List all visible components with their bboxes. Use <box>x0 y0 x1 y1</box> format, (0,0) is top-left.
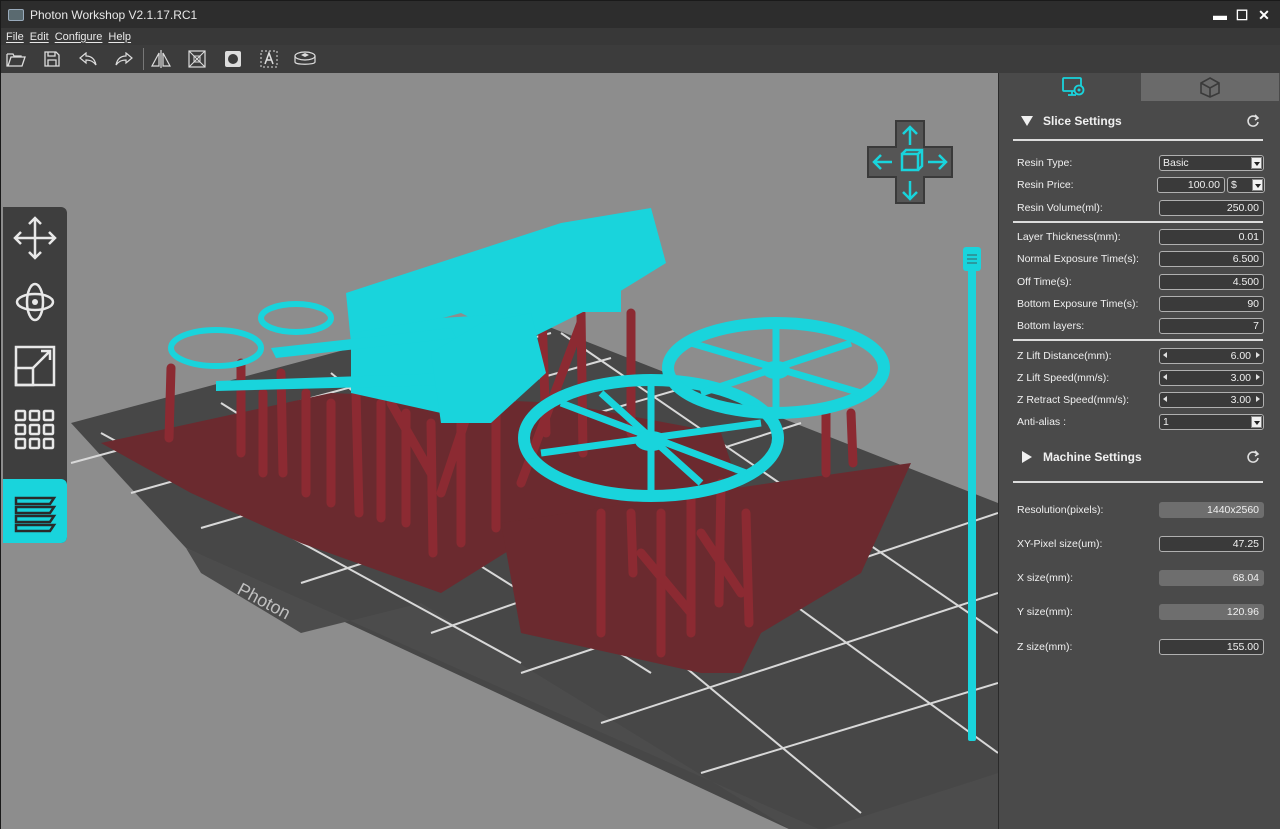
window-title: Photon Workshop V2.1.17.RC1 <box>30 7 198 22</box>
layer-slider-handle[interactable] <box>963 247 981 271</box>
xy-pixel-size-input[interactable]: 47.25 <box>1159 536 1264 552</box>
y-size-value: 120.96 <box>1159 604 1264 620</box>
mirror-icon[interactable] <box>150 48 172 70</box>
anti-alias-row: Anti-alias : 1 <box>1017 414 1267 430</box>
layers-icon[interactable] <box>3 479 67 543</box>
z-retract-speed-spinner[interactable]: 3.00 <box>1159 392 1264 408</box>
section-divider <box>1013 339 1263 341</box>
resin-type-row: Resin Type: Basic <box>1017 155 1267 171</box>
xy-pixel-size-row: XY-Pixel size(um): 47.25 <box>1017 536 1267 552</box>
currency-select[interactable]: $ <box>1227 177 1265 193</box>
toolbar-separator <box>143 48 144 70</box>
resin-price-row: Resin Price: 100.00 $ <box>1017 177 1267 193</box>
off-time-row: Off Time(s): 4.500 <box>1017 274 1267 290</box>
model-small-wheels <box>168 301 334 369</box>
tab-settings[interactable] <box>1009 73 1139 101</box>
off-time-input[interactable]: 4.500 <box>1159 274 1264 290</box>
machine-settings-header[interactable]: Machine Settings <box>1009 446 1274 468</box>
scale-icon[interactable] <box>11 341 59 391</box>
maximize-button[interactable]: ☐ <box>1231 5 1253 25</box>
resin-type-select[interactable]: Basic <box>1159 155 1264 171</box>
collapse-triangle-icon <box>1021 116 1033 126</box>
refresh-icon[interactable] <box>1246 450 1260 464</box>
normal-exposure-row: Normal Exposure Time(s): 6.500 <box>1017 251 1267 267</box>
layer-thickness-input[interactable]: 0.01 <box>1159 229 1264 245</box>
undo-icon[interactable] <box>77 48 99 70</box>
z-lift-speed-row: Z Lift Speed(mm/s): 3.00 <box>1017 370 1267 386</box>
open-folder-icon[interactable] <box>5 48 27 70</box>
z-retract-speed-row: Z Retract Speed(mm/s): 3.00 <box>1017 392 1267 408</box>
menu-bar: File Edit Configure Help <box>1 28 1280 45</box>
minimize-button[interactable]: ▬ <box>1209 5 1231 25</box>
y-size-row: Y size(mm): 120.96 <box>1017 604 1267 620</box>
settings-icon <box>1062 77 1085 96</box>
chevron-down-icon <box>1251 416 1262 428</box>
box-icon[interactable] <box>294 48 316 70</box>
layer-slider-track[interactable] <box>968 251 976 741</box>
settings-panel: Slice Settings Resin Type: Basic Resin P… <box>998 73 1280 829</box>
3d-viewport[interactable]: Photon <box>1 73 998 829</box>
app-window: Photon Workshop V2.1.17.RC1 ▬ ☐ ✕ File E… <box>0 0 1280 829</box>
machine-settings-title: Machine Settings <box>1043 450 1142 464</box>
menu-configure[interactable]: Configure <box>55 31 103 43</box>
section-divider <box>1013 221 1263 223</box>
spin-left-icon[interactable] <box>1163 396 1167 402</box>
menu-edit[interactable]: Edit <box>30 31 49 43</box>
multiply-icon[interactable] <box>11 405 59 455</box>
menu-file[interactable]: File <box>6 31 24 43</box>
refresh-icon[interactable] <box>1246 114 1260 128</box>
panel-tabs <box>1009 73 1279 101</box>
x-size-value: 68.04 <box>1159 570 1264 586</box>
x-size-row: X size(mm): 68.04 <box>1017 570 1267 586</box>
z-lift-distance-row: Z Lift Distance(mm): 6.00 <box>1017 348 1267 364</box>
bottom-exposure-input[interactable]: 90 <box>1159 296 1264 312</box>
expand-triangle-icon <box>1022 451 1032 463</box>
rotate-icon[interactable] <box>11 277 59 327</box>
save-icon[interactable] <box>41 48 63 70</box>
bottom-layers-row: Bottom layers: 7 <box>1017 318 1267 334</box>
section-divider <box>1013 481 1263 483</box>
z-lift-speed-spinner[interactable]: 3.00 <box>1159 370 1264 386</box>
resin-price-input[interactable]: 100.00 <box>1157 177 1225 193</box>
view-navigator[interactable] <box>866 119 954 205</box>
spin-right-icon[interactable] <box>1256 352 1260 358</box>
menu-help[interactable]: Help <box>108 31 131 43</box>
spin-right-icon[interactable] <box>1256 374 1260 380</box>
bottom-exposure-row: Bottom Exposure Time(s): 90 <box>1017 296 1267 312</box>
close-button[interactable]: ✕ <box>1253 5 1275 25</box>
resolution-value: 1440x2560 <box>1159 502 1264 518</box>
resin-volume-row: Resin Volume(ml): 250.00 <box>1017 200 1267 216</box>
chevron-down-icon <box>1252 179 1263 191</box>
bottom-layers-input[interactable]: 7 <box>1159 318 1264 334</box>
z-lift-distance-spinner[interactable]: 6.00 <box>1159 348 1264 364</box>
anti-alias-select[interactable]: 1 <box>1159 414 1264 430</box>
app-logo-icon <box>8 8 24 21</box>
slice-settings-title: Slice Settings <box>1043 114 1122 128</box>
z-size-row: Z size(mm): 155.00 <box>1017 639 1267 655</box>
spin-left-icon[interactable] <box>1163 352 1167 358</box>
scene-canvas: Photon <box>70 208 998 829</box>
slice-settings-header[interactable]: Slice Settings <box>1009 110 1274 132</box>
redo-icon[interactable] <box>113 48 135 70</box>
hollow-icon[interactable] <box>186 48 208 70</box>
resin-volume-input[interactable]: 250.00 <box>1159 200 1264 216</box>
section-divider <box>1013 139 1263 141</box>
z-size-input[interactable]: 155.00 <box>1159 639 1264 655</box>
tab-model[interactable] <box>1141 73 1279 101</box>
title-bar: Photon Workshop V2.1.17.RC1 ▬ ☐ ✕ <box>1 1 1280 28</box>
spin-right-icon[interactable] <box>1256 396 1260 402</box>
punch-hole-icon[interactable] <box>222 48 244 70</box>
resolution-row: Resolution(pixels): 1440x2560 <box>1017 502 1267 518</box>
move-icon[interactable] <box>11 213 59 263</box>
normal-exposure-input[interactable]: 6.500 <box>1159 251 1264 267</box>
chevron-down-icon <box>1251 157 1262 169</box>
layer-thickness-row: Layer Thickness(mm): 0.01 <box>1017 229 1267 245</box>
text-icon[interactable] <box>258 48 280 70</box>
spin-left-icon[interactable] <box>1163 374 1167 380</box>
toolbar <box>1 45 1280 73</box>
left-tool-panel <box>3 207 67 543</box>
model-icon <box>1200 77 1220 98</box>
